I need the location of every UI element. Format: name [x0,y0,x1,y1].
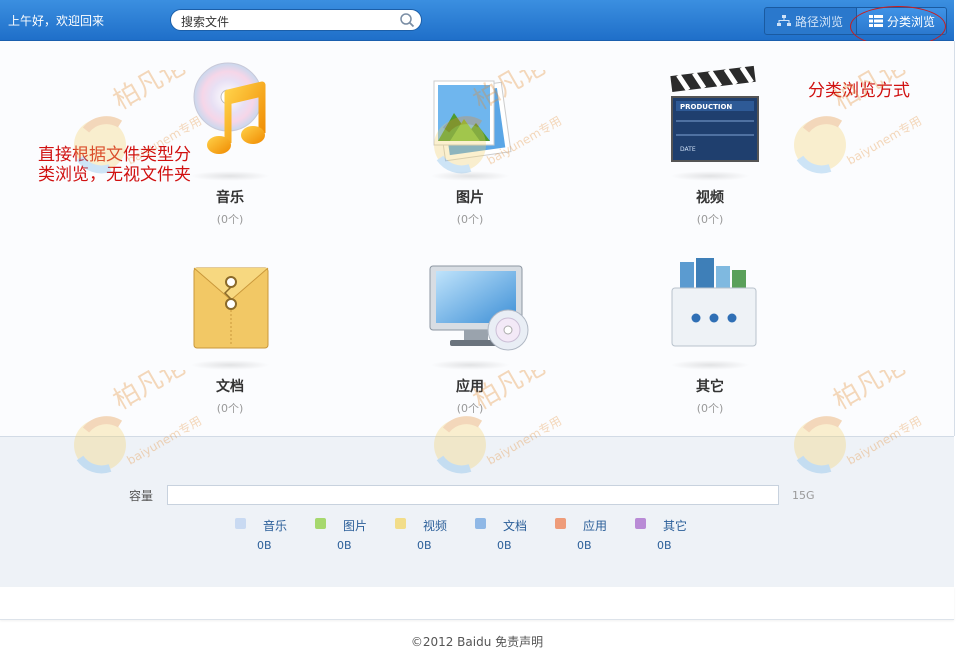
legend-item-other: 其它 0B [635,517,715,557]
top-bar: 上午好，欢迎回来 搜索文件 路径浏览 分类浏览 [0,0,954,41]
footer-copyright: ©2012 Baidu [410,635,492,649]
video-icon: PRODUCTION DATE [650,59,770,181]
legend-item-music: 音乐 0B [235,517,315,557]
bottom-strip [0,587,954,620]
legend-swatch [235,518,246,529]
category-name: 文档 [216,379,244,395]
legend-swatch [555,518,566,529]
capacity-total: 15G [792,489,815,502]
legend-swatch [315,518,326,529]
category-name: 图片 [456,190,484,206]
legend-size: 0B [257,539,272,552]
tree-icon [776,15,791,26]
legend-name: 应用 [583,519,608,533]
category-pictures[interactable]: 图片 (0个) [400,59,540,227]
category-name: 视频 [696,190,724,206]
legend-swatch [395,518,406,529]
category-other[interactable]: 其它 (0个) [640,248,780,416]
category-count: (0个) [696,402,724,415]
legend-name: 文档 [503,519,528,533]
category-documents[interactable]: 文档 (0个) [160,248,300,416]
legend-swatch [475,518,486,529]
category-name: 其它 [696,379,724,395]
svg-text:PRODUCTION: PRODUCTION [680,103,732,111]
legend-item-pictures: 图片 0B [315,517,395,557]
category-name: 应用 [456,379,484,395]
category-name: 音乐 [216,190,244,206]
category-count: (0个) [216,213,244,226]
search-box[interactable]: 搜索文件 [170,9,422,31]
legend-size: 0B [497,539,512,552]
legend-name: 视频 [423,519,448,533]
other-icon [650,248,770,370]
document-icon [170,248,290,370]
legend-item-video: 视频 0B [395,517,475,557]
search-input[interactable]: 搜索文件 [181,13,229,30]
category-count: (0个) [216,402,244,415]
svg-text:DATE: DATE [680,146,696,153]
legend-item-documents: 文档 0B [475,517,555,557]
tab-path-label: 路径浏览 [794,14,843,29]
legend-size: 0B [417,539,432,552]
legend-name: 其它 [663,519,688,533]
category-applications[interactable]: 应用 (0个) [400,248,540,416]
legend-size: 0B [657,539,672,552]
legend-size: 0B [577,539,592,552]
legend-name: 图片 [343,519,368,533]
legend-swatch [635,518,646,529]
category-video[interactable]: PRODUCTION DATE 视频 (0个) [640,59,780,227]
category-count: (0个) [456,402,484,415]
legend-size: 0B [337,539,352,552]
application-icon [410,248,530,370]
disclaimer-link[interactable]: 免责声明 [495,635,543,649]
category-count: (0个) [696,213,724,226]
storage-panel: 容量 15G 音乐 0B 图片 0B 视频 0B 文档 0B 应用 0B 其它 … [0,436,954,588]
greeting-text: 上午好，欢迎回来 [8,14,105,28]
legend-item-applications: 应用 0B [555,517,635,557]
category-panel: 音乐 (0个) 图片 (0个) PRODUCTION DATE 视频 (0个) … [0,41,955,436]
picture-icon [410,59,530,181]
annotation-note-left: 直接根据文件类型分类浏览，无视文件夹 [38,145,191,185]
legend-name: 音乐 [263,519,288,533]
capacity-bar [167,485,779,505]
annotation-note-right: 分类浏览方式 [808,81,910,101]
category-count: (0个) [456,213,484,226]
capacity-label: 容量 [129,489,154,503]
search-icon[interactable] [399,12,415,28]
tab-path-browse[interactable]: 路径浏览 [765,8,855,34]
category-music[interactable]: 音乐 (0个) [160,59,300,227]
footer: ©2012 Baidu 免责声明 [0,633,954,650]
